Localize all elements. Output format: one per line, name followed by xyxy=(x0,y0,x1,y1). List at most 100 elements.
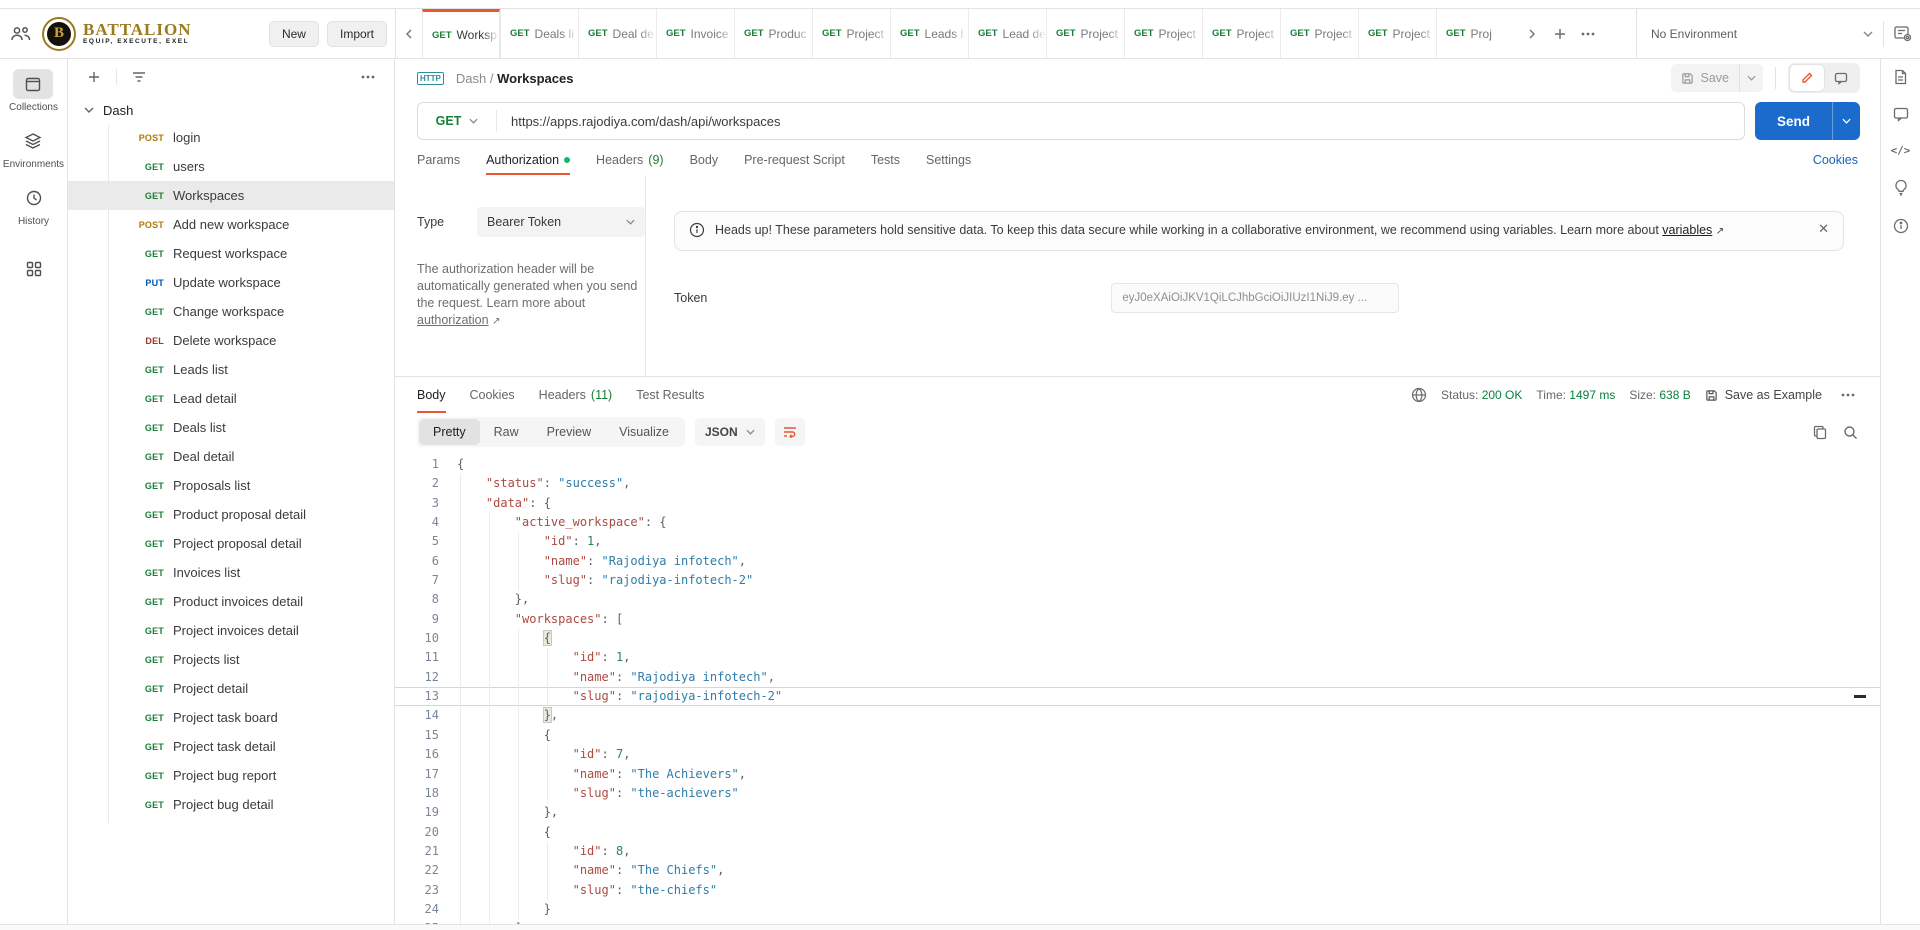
open-request-tab[interactable]: GETDeals li xyxy=(500,9,578,58)
tree-item-product-proposal-detail[interactable]: GETProduct proposal detail xyxy=(68,500,394,529)
open-new-tab-icon[interactable] xyxy=(1548,22,1572,46)
filter-icon[interactable] xyxy=(127,65,151,89)
tabs-scroll-right-icon[interactable] xyxy=(1520,22,1544,46)
token-input[interactable]: eyJ0eXAiOiJKV1QiLCJhbGciOiJIUzI1NiJ9.ey … xyxy=(1111,283,1399,313)
request-subtab-body[interactable]: Body xyxy=(690,145,719,175)
new-button[interactable]: New xyxy=(269,21,319,47)
open-request-tab[interactable]: GETLead de xyxy=(968,9,1046,58)
sidebar-item-history[interactable]: History xyxy=(14,183,54,227)
sidebar-item-apps[interactable] xyxy=(14,254,54,284)
tree-item-proposals-list[interactable]: GETProposals list xyxy=(68,471,394,500)
view-tab-preview[interactable]: Preview xyxy=(533,419,605,445)
response-tab-headers[interactable]: Headers(11) xyxy=(539,377,613,413)
open-request-tab[interactable]: GETLeads l xyxy=(890,9,968,58)
environment-selector[interactable]: No Environment xyxy=(1636,9,1920,58)
save-button[interactable]: Save xyxy=(1671,64,1740,92)
banner-close-icon[interactable]: ✕ xyxy=(1818,222,1829,236)
open-request-tab[interactable]: GETProject xyxy=(1046,9,1124,58)
open-request-tab[interactable]: GETProject xyxy=(1202,9,1280,58)
response-tab-body[interactable]: Body xyxy=(417,377,446,413)
tree-item-change-workspace[interactable]: GETChange workspace xyxy=(68,297,394,326)
tree-item-add-new-workspace[interactable]: POSTAdd new workspace xyxy=(68,210,394,239)
send-options-chevron-icon[interactable] xyxy=(1832,102,1860,140)
open-request-tab[interactable]: GETWorksp xyxy=(422,9,500,58)
auth-type-select[interactable]: Bearer Token xyxy=(477,207,645,237)
breadcrumb-collection[interactable]: Dash xyxy=(456,71,486,86)
tree-item-product-invoices-detail[interactable]: GETProduct invoices detail xyxy=(68,587,394,616)
tree-item-project-invoices-detail[interactable]: GETProject invoices detail xyxy=(68,616,394,645)
save-as-example-button[interactable]: Save as Example xyxy=(1705,388,1822,402)
open-request-tab[interactable]: GETProject xyxy=(1358,9,1436,58)
token: , xyxy=(623,476,630,490)
request-subtab-headers[interactable]: Headers(9) xyxy=(596,145,664,175)
authorization-link[interactable]: authorization xyxy=(417,313,489,327)
code-snippet-icon[interactable]: </> xyxy=(1891,144,1911,157)
open-request-tab[interactable]: GETDeal de xyxy=(578,9,656,58)
save-options-chevron-icon[interactable] xyxy=(1739,64,1763,92)
tree-item-leads-list[interactable]: GETLeads list xyxy=(68,355,394,384)
request-subtab-tests[interactable]: Tests xyxy=(871,145,900,175)
search-icon[interactable] xyxy=(1843,425,1858,440)
tree-item-project-proposal-detail[interactable]: GETProject proposal detail xyxy=(68,529,394,558)
tab-options-icon[interactable] xyxy=(1576,22,1600,46)
cookies-link[interactable]: Cookies xyxy=(1813,153,1858,167)
open-request-tab[interactable]: GETProject xyxy=(812,9,890,58)
comments-icon[interactable] xyxy=(1893,107,1909,122)
wrap-lines-button[interactable] xyxy=(775,418,805,446)
sidebar-more-icon[interactable] xyxy=(356,65,380,89)
lightbulb-icon[interactable] xyxy=(1894,179,1908,196)
tree-item-project-bug-report[interactable]: GETProject bug report xyxy=(68,761,394,790)
tree-item-project-bug-detail[interactable]: GETProject bug detail xyxy=(68,790,394,819)
response-tab-test-results[interactable]: Test Results xyxy=(636,377,704,413)
open-request-tab[interactable]: GETProject xyxy=(1124,9,1202,58)
comments-button[interactable] xyxy=(1824,65,1858,91)
view-tab-raw[interactable]: Raw xyxy=(480,419,533,445)
breadcrumb-request-name[interactable]: Workspaces xyxy=(497,71,573,86)
tree-item-users[interactable]: GETusers xyxy=(68,152,394,181)
format-selector[interactable]: JSON xyxy=(695,418,765,446)
response-more-icon[interactable] xyxy=(1836,383,1860,407)
variables-link[interactable]: variables xyxy=(1662,223,1712,237)
tree-item-invoices-list[interactable]: GETInvoices list xyxy=(68,558,394,587)
tree-item-update-workspace[interactable]: PUTUpdate workspace xyxy=(68,268,394,297)
view-tab-pretty[interactable]: Pretty xyxy=(419,419,480,445)
import-button[interactable]: Import xyxy=(327,21,387,47)
tree-item-project-task-detail[interactable]: GETProject task detail xyxy=(68,732,394,761)
view-tab-visualize[interactable]: Visualize xyxy=(605,419,683,445)
documentation-icon[interactable] xyxy=(1893,69,1908,85)
network-globe-icon[interactable] xyxy=(1411,387,1427,403)
tree-item-project-detail[interactable]: GETProject detail xyxy=(68,674,394,703)
url-input[interactable]: https://apps.rajodiya.com/dash/api/works… xyxy=(497,114,781,129)
open-request-tab[interactable]: GETProj xyxy=(1436,9,1514,58)
edit-mode-button[interactable] xyxy=(1790,65,1824,91)
tabs-scroll-left-icon[interactable] xyxy=(396,9,422,58)
environment-quick-look-icon[interactable] xyxy=(1883,21,1912,47)
request-subtab-authorization[interactable]: Authorization xyxy=(486,145,570,175)
tree-item-project-task-board[interactable]: GETProject task board xyxy=(68,703,394,732)
sidebar-item-environments[interactable]: Environments xyxy=(3,126,64,170)
request-subtab-params[interactable]: Params xyxy=(417,145,460,175)
send-button[interactable]: Send xyxy=(1755,102,1832,140)
sidebar-item-collections[interactable]: Collections xyxy=(9,69,58,113)
open-request-tab[interactable]: GETProject xyxy=(1280,9,1358,58)
tree-item-lead-detail[interactable]: GETLead detail xyxy=(68,384,394,413)
response-tab-cookies[interactable]: Cookies xyxy=(470,377,515,413)
collection-root-dash[interactable]: Dash xyxy=(68,97,394,123)
request-subtab-settings[interactable]: Settings xyxy=(926,145,971,175)
add-collection-icon[interactable] xyxy=(82,65,106,89)
method-selector[interactable]: GET xyxy=(418,114,496,128)
open-request-tab[interactable]: GETProduc xyxy=(734,9,812,58)
info-icon[interactable] xyxy=(1893,218,1909,234)
response-body-editor[interactable]: 1{2"status": "success",3"data": {4"activ… xyxy=(395,451,1880,924)
tree-item-request-workspace[interactable]: GETRequest workspace xyxy=(68,239,394,268)
copy-icon[interactable] xyxy=(1813,425,1827,440)
tree-item-deals-list[interactable]: GETDeals list xyxy=(68,413,394,442)
tree-item-login[interactable]: POSTlogin xyxy=(68,123,394,152)
tree-item-workspaces[interactable]: GETWorkspaces xyxy=(68,181,394,210)
team-icon[interactable] xyxy=(10,25,32,43)
tree-item-projects-list[interactable]: GETProjects list xyxy=(68,645,394,674)
request-subtab-pre-request-script[interactable]: Pre-request Script xyxy=(744,145,845,175)
tree-item-deal-detail[interactable]: GETDeal detail xyxy=(68,442,394,471)
open-request-tab[interactable]: GETInvoice xyxy=(656,9,734,58)
tree-item-delete-workspace[interactable]: DELDelete workspace xyxy=(68,326,394,355)
